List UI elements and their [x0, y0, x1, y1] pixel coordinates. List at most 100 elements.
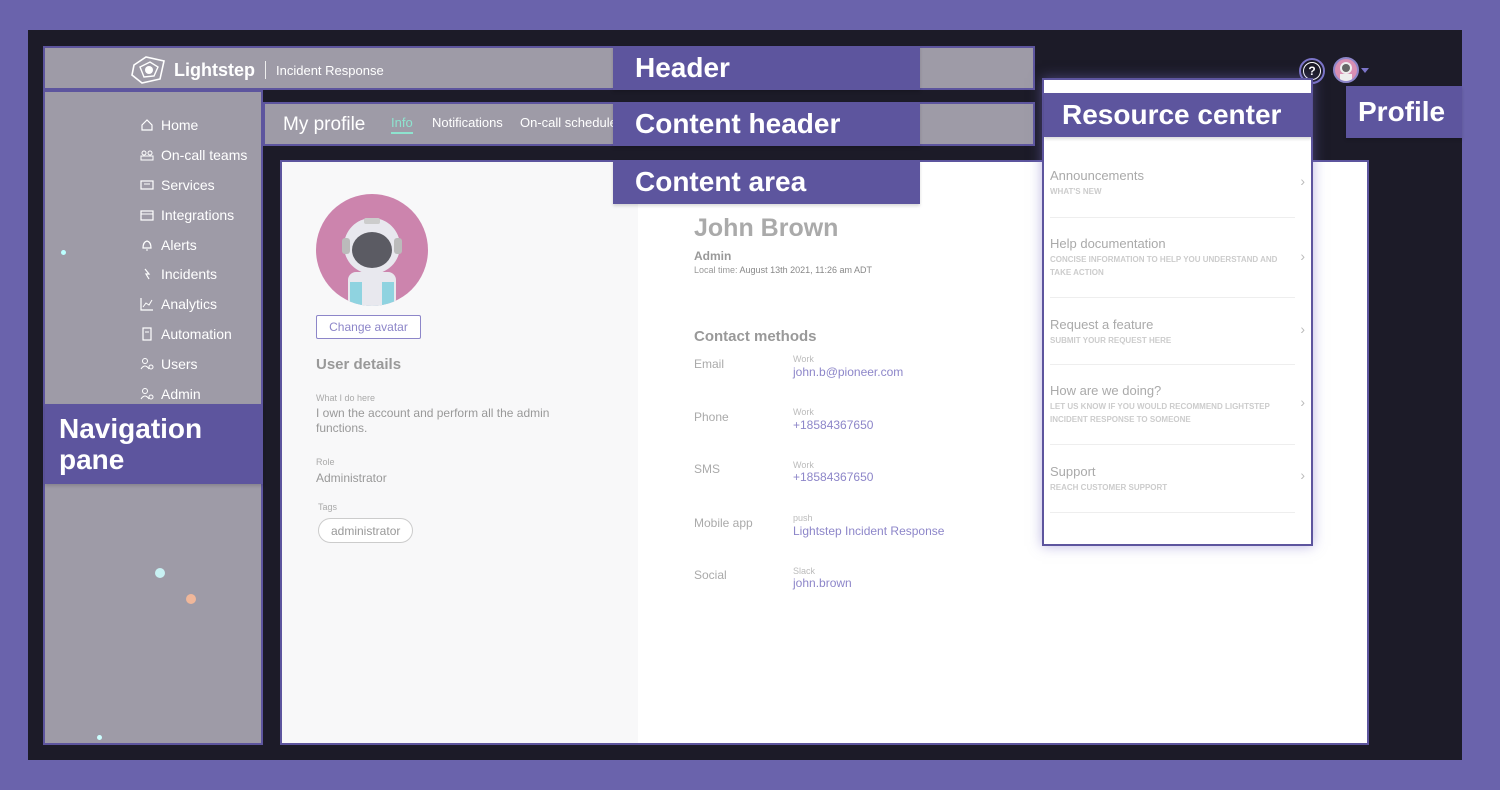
chevron-right-icon: ›	[1300, 173, 1305, 189]
contact-type: Work	[793, 407, 814, 417]
contact-label-social: Social	[694, 568, 727, 582]
astronaut-avatar-icon	[1333, 57, 1359, 83]
nav-item-integrations[interactable]: Integrations	[140, 200, 247, 230]
change-avatar-button[interactable]: Change avatar	[316, 315, 421, 339]
contact-methods-title: Contact methods	[694, 328, 817, 345]
contact-sms-link[interactable]: +18584367650	[793, 470, 873, 484]
nav-item-users[interactable]: Users	[140, 349, 247, 379]
decorative-dot	[155, 568, 165, 578]
resource-item-subtitle: LET US KNOW IF YOU WOULD RECOMMEND LIGHT…	[1050, 402, 1270, 424]
automation-icon	[142, 327, 152, 341]
label-header: Header	[613, 46, 920, 90]
chevron-right-icon: ›	[1300, 394, 1305, 410]
home-icon	[141, 119, 153, 131]
contact-email-link[interactable]: john.b@pioneer.com	[793, 365, 903, 379]
contact-label-mobile-app: Mobile app	[694, 516, 753, 530]
chart-icon	[140, 298, 153, 311]
resource-item-subtitle: REACH CUSTOMER SUPPORT	[1050, 483, 1168, 492]
resource-item-announcements[interactable]: Announcements WHAT'S NEW ›	[1050, 156, 1305, 218]
nav-item-label: Admin	[161, 385, 201, 402]
contact-mobile-app-link[interactable]: Lightstep Incident Response	[793, 524, 944, 538]
contact-phone-link[interactable]: +18584367650	[793, 418, 873, 432]
contact-label-email: Email	[694, 357, 725, 371]
page-title: My profile	[283, 114, 366, 135]
tag-chip[interactable]: administrator	[318, 518, 414, 543]
nav-item-label: Services	[161, 176, 215, 193]
users-icon	[140, 358, 154, 370]
user-name: John Brown	[694, 214, 839, 242]
product-name: Incident Response	[276, 62, 384, 78]
chevron-right-icon: ›	[1300, 467, 1305, 483]
resource-item-title: Request a feature	[1050, 317, 1154, 332]
tab-info[interactable]: Info	[391, 115, 413, 134]
tab-notifications[interactable]: Notifications	[432, 115, 503, 130]
contact-social-link[interactable]: john.brown	[793, 576, 852, 590]
nav-item-alerts[interactable]: Alerts	[140, 230, 247, 260]
user-details-title: User details	[316, 356, 402, 373]
integrations-icon	[140, 210, 154, 221]
what-i-do-value: I own the account and perform all the ad…	[316, 406, 550, 435]
resource-item-title: How are we doing?	[1050, 383, 1162, 398]
label-profile: Profile	[1346, 86, 1462, 138]
contact-type: Slack	[793, 566, 816, 576]
astronaut-avatar-icon	[316, 194, 428, 306]
lightstep-logo-icon	[131, 56, 165, 84]
nav-item-on-call-teams[interactable]: On-call teams	[140, 140, 247, 170]
user-role: Admin	[694, 249, 732, 263]
nav-item-incidents[interactable]: Incidents	[140, 259, 247, 289]
resource-item-subtitle: CONCISE INFORMATION TO HELP YOU UNDERSTA…	[1050, 255, 1278, 277]
bell-icon	[142, 239, 152, 250]
resource-item-title: Announcements	[1050, 168, 1144, 183]
local-time: Local time: August 13th 2021, 11:26 am A…	[694, 265, 872, 275]
services-icon	[140, 180, 154, 190]
logo-divider	[265, 61, 266, 79]
chevron-right-icon: ›	[1300, 321, 1305, 337]
local-time-label: Local time:	[694, 265, 738, 275]
resource-item-how-are-we-doing[interactable]: How are we doing? LET US KNOW IF YOU WOU…	[1050, 365, 1305, 445]
incident-icon	[144, 269, 151, 280]
what-i-do-label: What I do here	[316, 393, 376, 403]
decorative-dot	[186, 594, 196, 604]
resource-item-title: Help documentation	[1050, 236, 1166, 251]
contact-label-sms: SMS	[694, 462, 721, 476]
tags-label: Tags	[318, 502, 338, 512]
nav-item-home[interactable]: Home	[140, 110, 247, 140]
role-value: Administrator	[316, 471, 387, 485]
resource-item-request-feature[interactable]: Request a feature SUBMIT YOUR REQUEST HE…	[1050, 298, 1305, 365]
tab-on-call-schedule[interactable]: On-call schedule	[520, 115, 617, 130]
contact-type: push	[793, 513, 813, 523]
resource-item-subtitle: WHAT'S NEW	[1050, 187, 1102, 196]
contact-type: Work	[793, 460, 814, 470]
resource-item-support[interactable]: Support REACH CUSTOMER SUPPORT ›	[1050, 445, 1305, 513]
logo-name: Lightstep	[174, 59, 255, 80]
chevron-right-icon: ›	[1300, 248, 1305, 264]
label-navigation-pane: Navigation pane	[45, 404, 263, 484]
nav-item-label: Automation	[161, 326, 232, 343]
resource-item-subtitle: SUBMIT YOUR REQUEST HERE	[1050, 336, 1172, 345]
team-icon	[140, 150, 154, 161]
nav-item-label: Analytics	[161, 296, 218, 313]
nav-item-services[interactable]: Services	[140, 170, 247, 200]
role-label: Role	[316, 457, 335, 467]
nav-item-label: Integrations	[161, 206, 235, 223]
profile-menu-button[interactable]	[1333, 57, 1369, 83]
decorative-dot	[61, 250, 66, 255]
label-content-header: Content header	[613, 102, 920, 146]
user-details-panel: Change avatar User details What I do her…	[282, 162, 638, 743]
resource-center-panel: Announcements WHAT'S NEW › Help document…	[1042, 78, 1313, 546]
nav-item-label: On-call teams	[161, 146, 248, 163]
label-content-area: Content area	[613, 160, 920, 204]
label-navigation-pane-text: Navigation pane	[59, 413, 203, 475]
nav-item-label: Users	[161, 356, 198, 373]
nav-item-analytics[interactable]: Analytics	[140, 289, 247, 319]
contact-type: Work	[793, 354, 814, 364]
local-time-value: August 13th 2021, 11:26 am ADT	[739, 265, 872, 275]
logo[interactable]: Lightstep Incident Response	[130, 55, 384, 85]
resource-item-title: Support	[1050, 464, 1096, 479]
nav-item-label: Incidents	[161, 266, 218, 283]
decorative-dot	[97, 735, 102, 740]
nav-item-label: Alerts	[161, 236, 197, 253]
resource-item-help-documentation[interactable]: Help documentation CONCISE INFORMATION T…	[1050, 218, 1305, 298]
contact-label-phone: Phone	[694, 410, 729, 424]
nav-item-automation[interactable]: Automation	[140, 319, 247, 349]
